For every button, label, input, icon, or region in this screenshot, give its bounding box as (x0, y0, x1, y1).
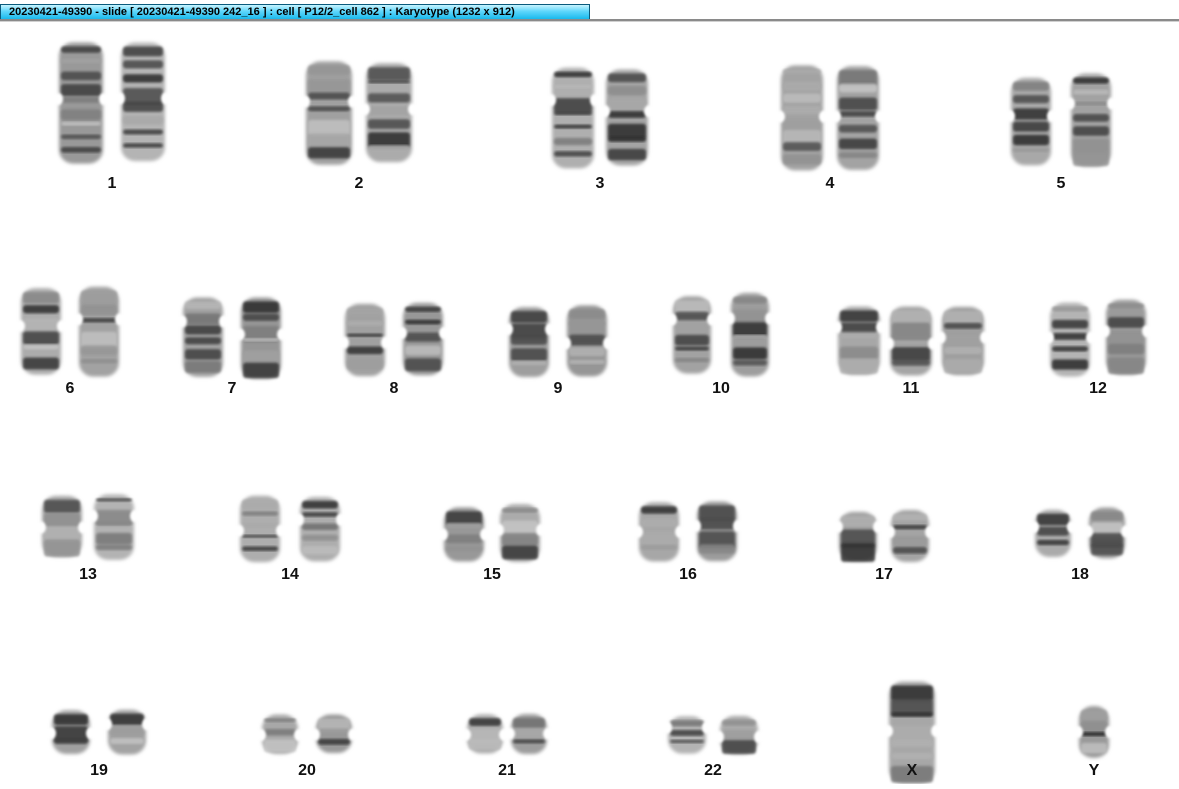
chromosome-label-11: 11 (902, 380, 920, 397)
chromosome-14-copy-1 (234, 495, 286, 563)
chromosome-pair-8[interactable] (339, 302, 449, 377)
chromosome-11-copy-1 (832, 306, 886, 375)
chromosome-pair-10[interactable] (667, 293, 775, 377)
chromosome-12-copy-1 (1044, 302, 1096, 377)
chromosome-1-copy-1 (53, 42, 109, 164)
chromosome-16-copy-1 (633, 502, 685, 562)
chromosome-21-copy-2 (505, 713, 553, 755)
chromosome-9-copy-1 (503, 307, 555, 378)
karyogram-area: 1 2 3 4 5 6 7 8 9 10 11 12 13 14 15 16 17 18 19 20 21 22 X Y (0, 22, 1179, 784)
chromosome-9-copy-2 (561, 305, 613, 377)
chromosome-label-6: 6 (65, 380, 75, 397)
chromosome-label-5: 5 (1056, 175, 1066, 192)
chromosome-pair-12[interactable] (1044, 299, 1152, 377)
chromosome-label-17: 17 (875, 566, 893, 583)
chromosome-2-copy-2 (360, 63, 418, 163)
chromosome-19-copy-2 (102, 709, 152, 755)
chromosome-label-20: 20 (298, 762, 316, 779)
chromosome-12-copy-2 (1100, 299, 1152, 375)
chromosome-11-copy-3 (936, 306, 990, 375)
chromosome-label-10: 10 (712, 380, 730, 397)
chromosome-3-copy-1 (546, 67, 600, 169)
chromosome-label-8: 8 (389, 380, 399, 397)
chromosome-label-18: 18 (1071, 566, 1089, 583)
chromosome-22-copy-2 (714, 715, 764, 755)
chromosome-label-22: 22 (704, 762, 722, 779)
chromosome-label-y: Y (1088, 762, 1100, 779)
chromosome-19-copy-1 (46, 710, 96, 754)
chromosome-pair-19[interactable] (46, 709, 152, 755)
chromosome-pair-22[interactable] (662, 715, 764, 755)
chromosome-pair-4[interactable] (775, 65, 885, 171)
chromosome-pair-11[interactable] (832, 306, 990, 376)
chromosome-label-7: 7 (227, 380, 237, 397)
chromosome-pair-20[interactable] (256, 714, 358, 754)
chromosome-label-15: 15 (483, 566, 501, 583)
chromosome-6-copy-2 (73, 286, 125, 377)
chromosome-14-copy-2 (294, 496, 346, 562)
chromosome-pair-1[interactable] (53, 42, 171, 164)
chromosome-15-copy-1 (438, 507, 490, 562)
chromosome-label-x: X (906, 762, 918, 779)
chromosome-pair-21[interactable] (461, 713, 553, 755)
chromosome-11-copy-2 (884, 306, 938, 376)
chromosome-20-copy-1 (256, 714, 304, 754)
chromosome-label-3: 3 (595, 175, 605, 192)
chromosome-3-copy-2 (600, 69, 654, 166)
chromosome-pair-3[interactable] (546, 67, 654, 169)
chromosome-label-9: 9 (553, 380, 563, 397)
chromosome-5-copy-2 (1065, 73, 1117, 167)
chromosome-pair-6[interactable] (15, 286, 125, 377)
chromosome-2-copy-1 (300, 61, 358, 165)
chromosome-label-2: 2 (354, 175, 364, 192)
chromosome-17-copy-1 (833, 511, 883, 562)
chromosome-label-19: 19 (90, 762, 108, 779)
chromosome-pair-16[interactable] (633, 501, 743, 562)
chromosome-4-copy-2 (831, 66, 885, 170)
chromosome-pair-14[interactable] (234, 495, 346, 563)
chromosome-7-copy-1 (177, 297, 229, 377)
chromosome-16-copy-2 (691, 501, 743, 562)
chromosome-label-13: 13 (79, 566, 97, 583)
chromosome-18-copy-1 (1029, 509, 1077, 557)
chromosome-y-copy-1 (1073, 706, 1115, 758)
chromosome-10-copy-1 (667, 296, 717, 374)
chromosome-pair-y[interactable] (1073, 706, 1115, 758)
chromosome-20-copy-2 (310, 714, 358, 754)
chromosome-13-copy-2 (88, 494, 140, 560)
chromosome-10-copy-2 (725, 293, 775, 377)
chromosome-pair-7[interactable] (177, 297, 287, 379)
chromosome-15-copy-2 (494, 504, 546, 562)
chromosome-4-copy-1 (775, 65, 829, 171)
chromosome-13-copy-1 (36, 495, 88, 557)
chromosome-8-copy-1 (339, 303, 391, 377)
chromosome-label-21: 21 (498, 762, 516, 779)
chromosome-21-copy-1 (461, 714, 509, 754)
chromosome-pair-9[interactable] (503, 305, 613, 378)
chromosome-1-copy-2 (115, 42, 171, 162)
chromosome-label-14: 14 (281, 566, 299, 583)
chromosome-pair-18[interactable] (1029, 507, 1131, 559)
chromosome-pair-5[interactable] (1005, 73, 1117, 167)
window-title: 20230421-49390 - slide [ 20230421-49390 … (9, 6, 515, 18)
chromosome-label-16: 16 (679, 566, 697, 583)
chromosome-pair-17[interactable] (833, 510, 935, 562)
chromosome-8-copy-2 (397, 302, 449, 376)
chromosome-pair-2[interactable] (300, 61, 418, 165)
chromosome-6-copy-1 (15, 288, 67, 375)
chromosome-label-12: 12 (1089, 380, 1107, 397)
chromosome-17-copy-2 (885, 510, 935, 562)
chromosome-18-copy-2 (1083, 507, 1131, 559)
karyogram-canvas (15, 42, 1152, 784)
chromosome-pair-15[interactable] (438, 504, 546, 562)
chromosome-22-copy-1 (662, 716, 712, 754)
chromosome-label-4: 4 (825, 175, 835, 192)
chromosome-7-copy-2 (235, 297, 287, 379)
chromosome-pair-13[interactable] (36, 494, 140, 560)
chromosome-5-copy-1 (1005, 77, 1057, 166)
window-title-tab[interactable]: 20230421-49390 - slide [ 20230421-49390 … (0, 4, 590, 19)
chromosome-label-1: 1 (107, 175, 117, 192)
